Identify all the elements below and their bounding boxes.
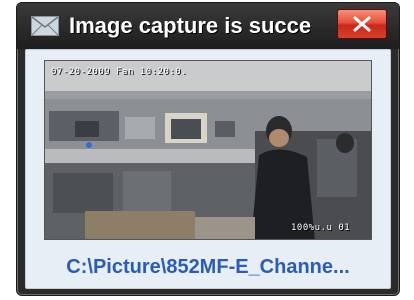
notification-body: 07-20-2009 Fan 10:20:0. 100%u.u 01 C:\Pi… (25, 49, 391, 289)
notification-titlebar: Image capture is succe (17, 3, 399, 49)
file-path-link[interactable]: C:\Picture\852MF-E_Channe... (32, 254, 384, 280)
capture-notification: Image capture is succe 07-20-2009 Fan 10… (16, 2, 400, 296)
close-icon (353, 16, 371, 32)
timestamp-overlay: 07-20-2009 Fan 10:20:0. (51, 67, 188, 77)
envelope-icon (31, 16, 59, 36)
notification-title: Image capture is succe (69, 13, 312, 38)
close-button[interactable] (337, 9, 387, 39)
office-scene-image (45, 61, 371, 239)
captured-image-preview[interactable]: 07-20-2009 Fan 10:20:0. 100%u.u 01 (44, 60, 372, 240)
channel-overlay: 100%u.u 01 (291, 223, 351, 233)
